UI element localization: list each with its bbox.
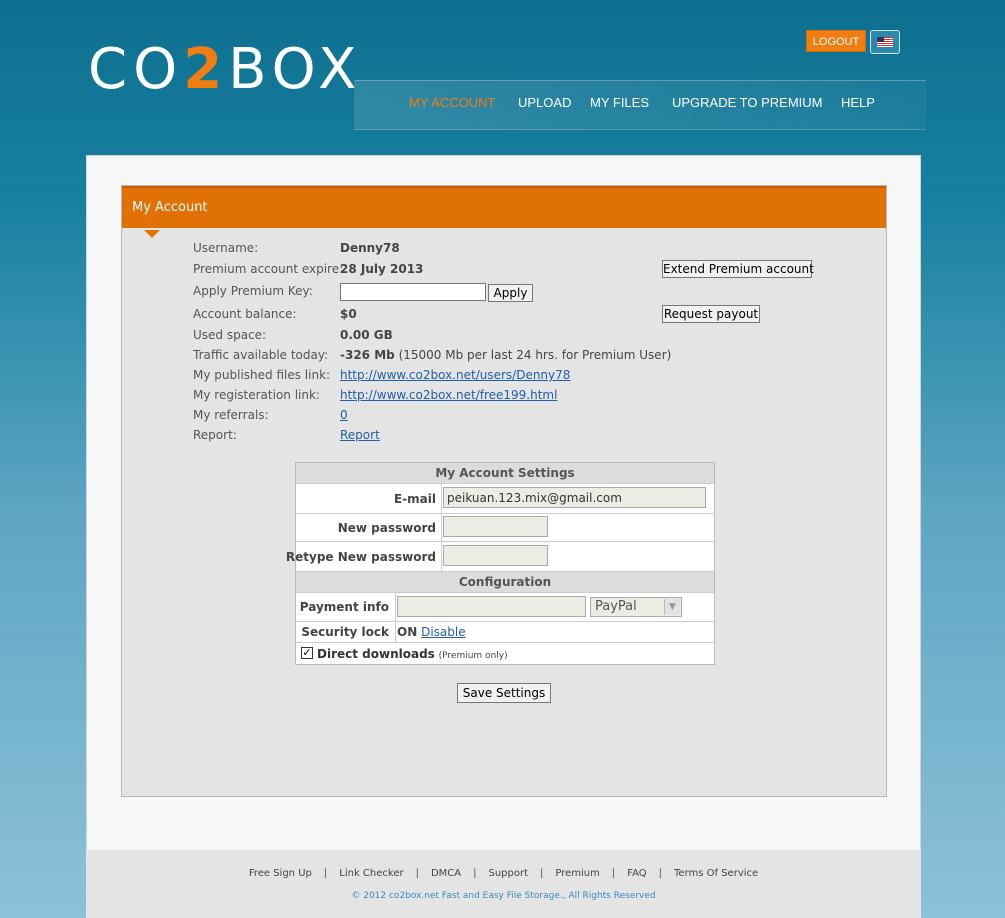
nav-my-account[interactable]: MY ACCOUNT xyxy=(409,81,495,125)
email-label: E-mail xyxy=(393,492,436,506)
report-link[interactable]: Report xyxy=(340,426,380,444)
username-value: Denny78 xyxy=(340,241,400,255)
chevron-down-icon: ▼ xyxy=(664,599,680,615)
direct-downloads-label: Direct downloads (Premium only) xyxy=(317,647,508,661)
logo-text-2: 2 xyxy=(183,37,229,102)
footer-link-terms[interactable]: Terms Of Service xyxy=(674,868,758,879)
footer-link-link-checker[interactable]: Link Checker xyxy=(339,868,403,879)
premium-expire-label: Premium account expire: xyxy=(193,262,344,276)
apply-button[interactable]: Apply xyxy=(488,284,533,302)
retype-password-label: Retype New password xyxy=(285,550,436,564)
my-account-box: My Account Username: Denny78 Premium acc… xyxy=(121,185,887,797)
balance-value: $0 xyxy=(340,307,357,321)
referrals-label: My referrals: xyxy=(193,408,269,422)
footer-link-support[interactable]: Support xyxy=(488,868,528,879)
new-password-field[interactable] xyxy=(443,516,548,537)
save-settings-button[interactable]: Save Settings xyxy=(457,683,551,703)
retype-password-field[interactable] xyxy=(443,545,548,566)
traffic-label: Traffic available today: xyxy=(193,348,329,362)
nav-help[interactable]: HELP xyxy=(841,81,875,125)
used-space-value: 0.00 GB xyxy=(340,328,393,342)
logout-button[interactable]: LOGOUT xyxy=(806,30,866,52)
request-payout-button[interactable]: Request payout xyxy=(662,305,760,323)
direct-downloads-checkbox[interactable]: ✓ xyxy=(301,647,313,659)
disable-security-lock-link[interactable]: Disable xyxy=(421,625,466,639)
language-flag-button[interactable] xyxy=(870,30,900,54)
registration-link[interactable]: http://www.co2box.net/free199.html xyxy=(340,386,557,404)
published-link[interactable]: http://www.co2box.net/users/Denny78 xyxy=(340,366,570,384)
settings-header: My Account Settings xyxy=(296,463,714,484)
referrals-link[interactable]: 0 xyxy=(340,406,348,424)
username-label: Username: xyxy=(193,241,259,255)
published-link-label: My published files link: xyxy=(193,368,331,382)
nav-upload[interactable]: UPLOAD xyxy=(518,81,571,125)
logo-text-co: CO xyxy=(88,37,184,102)
payment-info-label: Payment info xyxy=(299,600,389,614)
traffic-value: -326 Mb (15000 Mb per last 24 hrs. for P… xyxy=(340,348,672,362)
logo-text-box: BOX xyxy=(228,37,363,102)
my-account-header: My Account xyxy=(122,186,886,238)
main-nav: MY ACCOUNT UPLOAD MY FILES UPGRADE TO PR… xyxy=(354,80,926,130)
security-lock-label: Security lock xyxy=(301,625,389,639)
nav-my-files[interactable]: MY FILES xyxy=(590,81,649,125)
us-flag-icon xyxy=(877,37,893,47)
premium-key-label: Apply Premium Key: xyxy=(193,284,313,298)
premium-expire-value: 28 July 2013 xyxy=(340,262,424,276)
footer-link-faq[interactable]: FAQ xyxy=(627,868,646,879)
payment-info-field[interactable] xyxy=(397,596,586,617)
security-lock-status: ON Disable xyxy=(397,625,466,639)
balance-label: Account balance: xyxy=(193,307,297,321)
registration-link-label: My registeration link: xyxy=(193,388,320,402)
used-space-label: Used space: xyxy=(193,328,267,342)
nav-upgrade-premium[interactable]: UPGRADE TO PREMIUM xyxy=(672,81,822,125)
footer-link-dmca[interactable]: DMCA xyxy=(431,868,461,879)
co2box-logo[interactable]: CO2BOX xyxy=(88,42,362,98)
account-settings-table: My Account Settings E-mail peikuan.123.m… xyxy=(286,462,715,665)
report-label: Report: xyxy=(193,428,237,442)
footer-link-premium[interactable]: Premium xyxy=(555,868,600,879)
footer-link-free-signup[interactable]: Free Sign Up xyxy=(249,868,312,879)
footer: Free Sign Up | Link Checker | DMCA | Support | P… xyxy=(86,850,921,918)
footer-links: Free Sign Up | Link Checker | DMCA | Support | P… xyxy=(248,868,759,879)
payment-method-select[interactable]: PayPal ▼ xyxy=(590,597,682,617)
extend-premium-button[interactable]: Extend Premium account xyxy=(662,260,814,278)
new-password-label: New password xyxy=(337,521,436,535)
footer-copyright: © 2012 co2box.net Fast and Easy File Sto… xyxy=(351,891,656,901)
configuration-header: Configuration xyxy=(296,571,714,593)
premium-key-input[interactable] xyxy=(340,283,486,301)
email-field[interactable]: peikuan.123.mix@gmail.com xyxy=(443,487,706,508)
